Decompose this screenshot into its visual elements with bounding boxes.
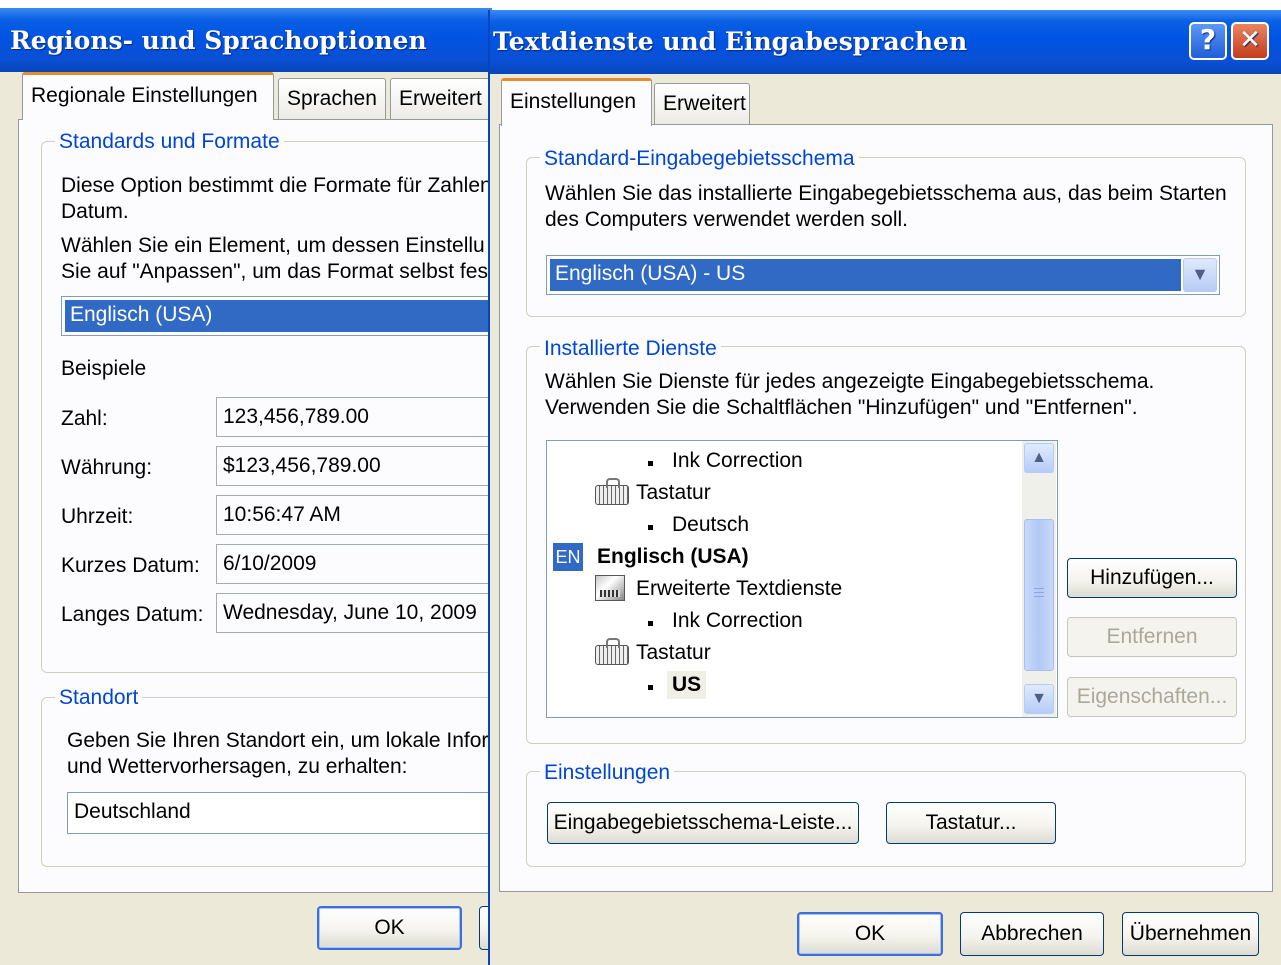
properties-button[interactable]: Eigenschaften... <box>1067 677 1237 717</box>
bullet-icon <box>648 685 653 690</box>
left-title-bar[interactable]: Regions- und Sprachoptionen <box>0 8 492 72</box>
add-button[interactable]: Hinzufügen... <box>1067 558 1237 598</box>
close-icon[interactable]: ✕ <box>1231 22 1269 60</box>
example-value-long-date: Wednesday, June 10, 2009 <box>216 593 492 633</box>
scroll-down-icon[interactable]: ▼ <box>1024 684 1054 714</box>
installed-desc-line2: Verwenden Sie die Schaltflächen "Hinzufü… <box>545 396 1138 419</box>
left-ok-button[interactable]: OK <box>317 906 462 950</box>
scroll-thumb[interactable] <box>1024 519 1054 671</box>
apply-button[interactable]: Übernehmen <box>1122 912 1259 956</box>
cancel-button[interactable]: Abbrechen <box>960 912 1104 956</box>
tree-item-tastatur-2[interactable]: Tastatur <box>636 639 711 667</box>
tree-item-ink-correction-2[interactable]: Ink Correction <box>672 607 803 635</box>
example-value-time: 10:56:47 AM <box>216 495 492 535</box>
format-select[interactable]: Englisch (USA) <box>61 296 492 336</box>
example-label-number: Zahl: <box>61 407 108 430</box>
language-en-icon: EN <box>553 543 583 571</box>
standards-choose-line2: Sie auf "Anpassen", um das Format selbst… <box>61 260 488 283</box>
bullet-icon <box>648 621 653 626</box>
standards-desc-line2: Datum. <box>61 200 129 223</box>
default-input-select[interactable]: Englisch (USA) - US ▼ <box>546 255 1220 295</box>
right-ok-button[interactable]: OK <box>797 912 943 956</box>
tree-item-tastatur-1[interactable]: Tastatur <box>636 479 711 507</box>
help-icon[interactable]: ? <box>1189 22 1227 60</box>
advanced-text-services-icon <box>595 575 625 601</box>
tree-item-deutsch[interactable]: Deutsch <box>672 511 749 539</box>
standards-group-label: Standards und Formate <box>55 130 284 154</box>
location-group-label: Standort <box>55 686 143 710</box>
installed-desc-line1: Wählen Sie Dienste für jedes angezeigte … <box>545 370 1155 393</box>
right-title-bar[interactable]: Textdienste und Eingabesprachen ? ✕ <box>490 10 1281 74</box>
bullet-icon <box>648 525 653 530</box>
tab-erweitert-right[interactable]: Erweitert <box>654 83 750 125</box>
language-bar-button[interactable]: Eingabegebietsschema-Leiste... <box>547 802 859 844</box>
keyboard-icon <box>595 478 629 505</box>
standards-choose-line1: Wählen Sie ein Element, um dessen Einste… <box>61 234 485 257</box>
location-desc-line1: Geben Sie Ihren Standort ein, um lokale … <box>67 729 489 752</box>
remove-button[interactable]: Entfernen <box>1067 617 1237 657</box>
scroll-up-icon[interactable]: ▲ <box>1024 443 1054 473</box>
example-value-short-date: 6/10/2009 <box>216 544 492 584</box>
standards-desc-line1: Diese Option bestimmt die Formate für Za… <box>61 174 492 197</box>
right-tab-panel: Standard-Eingabegebietsschema Wählen Sie… <box>499 124 1273 892</box>
example-value-number: 123,456,789.00 <box>216 397 492 437</box>
right-window-title: Textdienste und Eingabesprachen <box>493 27 968 56</box>
tab-regionale-einstellungen[interactable]: Regionale Einstellungen <box>22 72 274 120</box>
default-input-desc-line1: Wählen Sie das installierte Eingabegebie… <box>545 182 1227 205</box>
regional-options-window: Regions- und Sprachoptionen Regionale Ei… <box>0 8 492 965</box>
keyboard-icon <box>595 638 629 665</box>
location-group <box>41 697 492 867</box>
format-select-value: Englisch (USA) <box>65 300 492 332</box>
tree-item-erweiterte-textdienste[interactable]: Erweiterte Textdienste <box>636 575 842 603</box>
left-tab-panel: Standards und Formate Diese Option besti… <box>18 119 492 893</box>
tree-item-us[interactable]: US <box>667 671 707 699</box>
installed-services-tree[interactable]: Ink Correction Tastatur Deutsch EN Engli… <box>546 440 1058 718</box>
example-value-currency: $123,456,789.00 <box>216 446 492 486</box>
tree-item-ink-correction-1[interactable]: Ink Correction <box>672 447 803 475</box>
location-desc-line2: und Wettervorhersagen, zu erhalten: <box>67 755 408 778</box>
default-input-select-value: Englisch (USA) - US <box>550 259 1181 291</box>
default-input-group-label: Standard-Eingabegebietsschema <box>540 147 859 171</box>
examples-label: Beispiele <box>61 357 147 380</box>
installed-services-group-label: Installierte Dienste <box>540 337 721 361</box>
left-window-title: Regions- und Sprachoptionen <box>10 26 427 55</box>
location-field[interactable]: Deutschland <box>67 792 492 834</box>
tree-item-englisch-usa[interactable]: Englisch (USA) <box>597 543 749 571</box>
example-label-time: Uhrzeit: <box>61 505 134 528</box>
bullet-icon <box>648 461 653 466</box>
chevron-down-icon[interactable]: ▼ <box>1183 258 1217 292</box>
tree-scrollbar[interactable]: ▲ ▼ <box>1022 441 1056 717</box>
example-label-currency: Währung: <box>61 456 153 479</box>
example-label-short-date: Kurzes Datum: <box>61 554 200 577</box>
tab-einstellungen[interactable]: Einstellungen <box>501 78 652 126</box>
tab-erweitert-left[interactable]: Erweitert <box>390 78 492 120</box>
example-label-long-date: Langes Datum: <box>61 603 204 626</box>
keyboard-settings-button[interactable]: Tastatur... <box>886 802 1056 844</box>
text-services-window: Textdienste und Eingabesprachen ? ✕ Eins… <box>488 10 1281 965</box>
default-input-desc-line2: des Computers verwendet werden soll. <box>545 208 909 231</box>
settings-group-label: Einstellungen <box>540 761 675 785</box>
tab-sprachen[interactable]: Sprachen <box>278 78 386 120</box>
